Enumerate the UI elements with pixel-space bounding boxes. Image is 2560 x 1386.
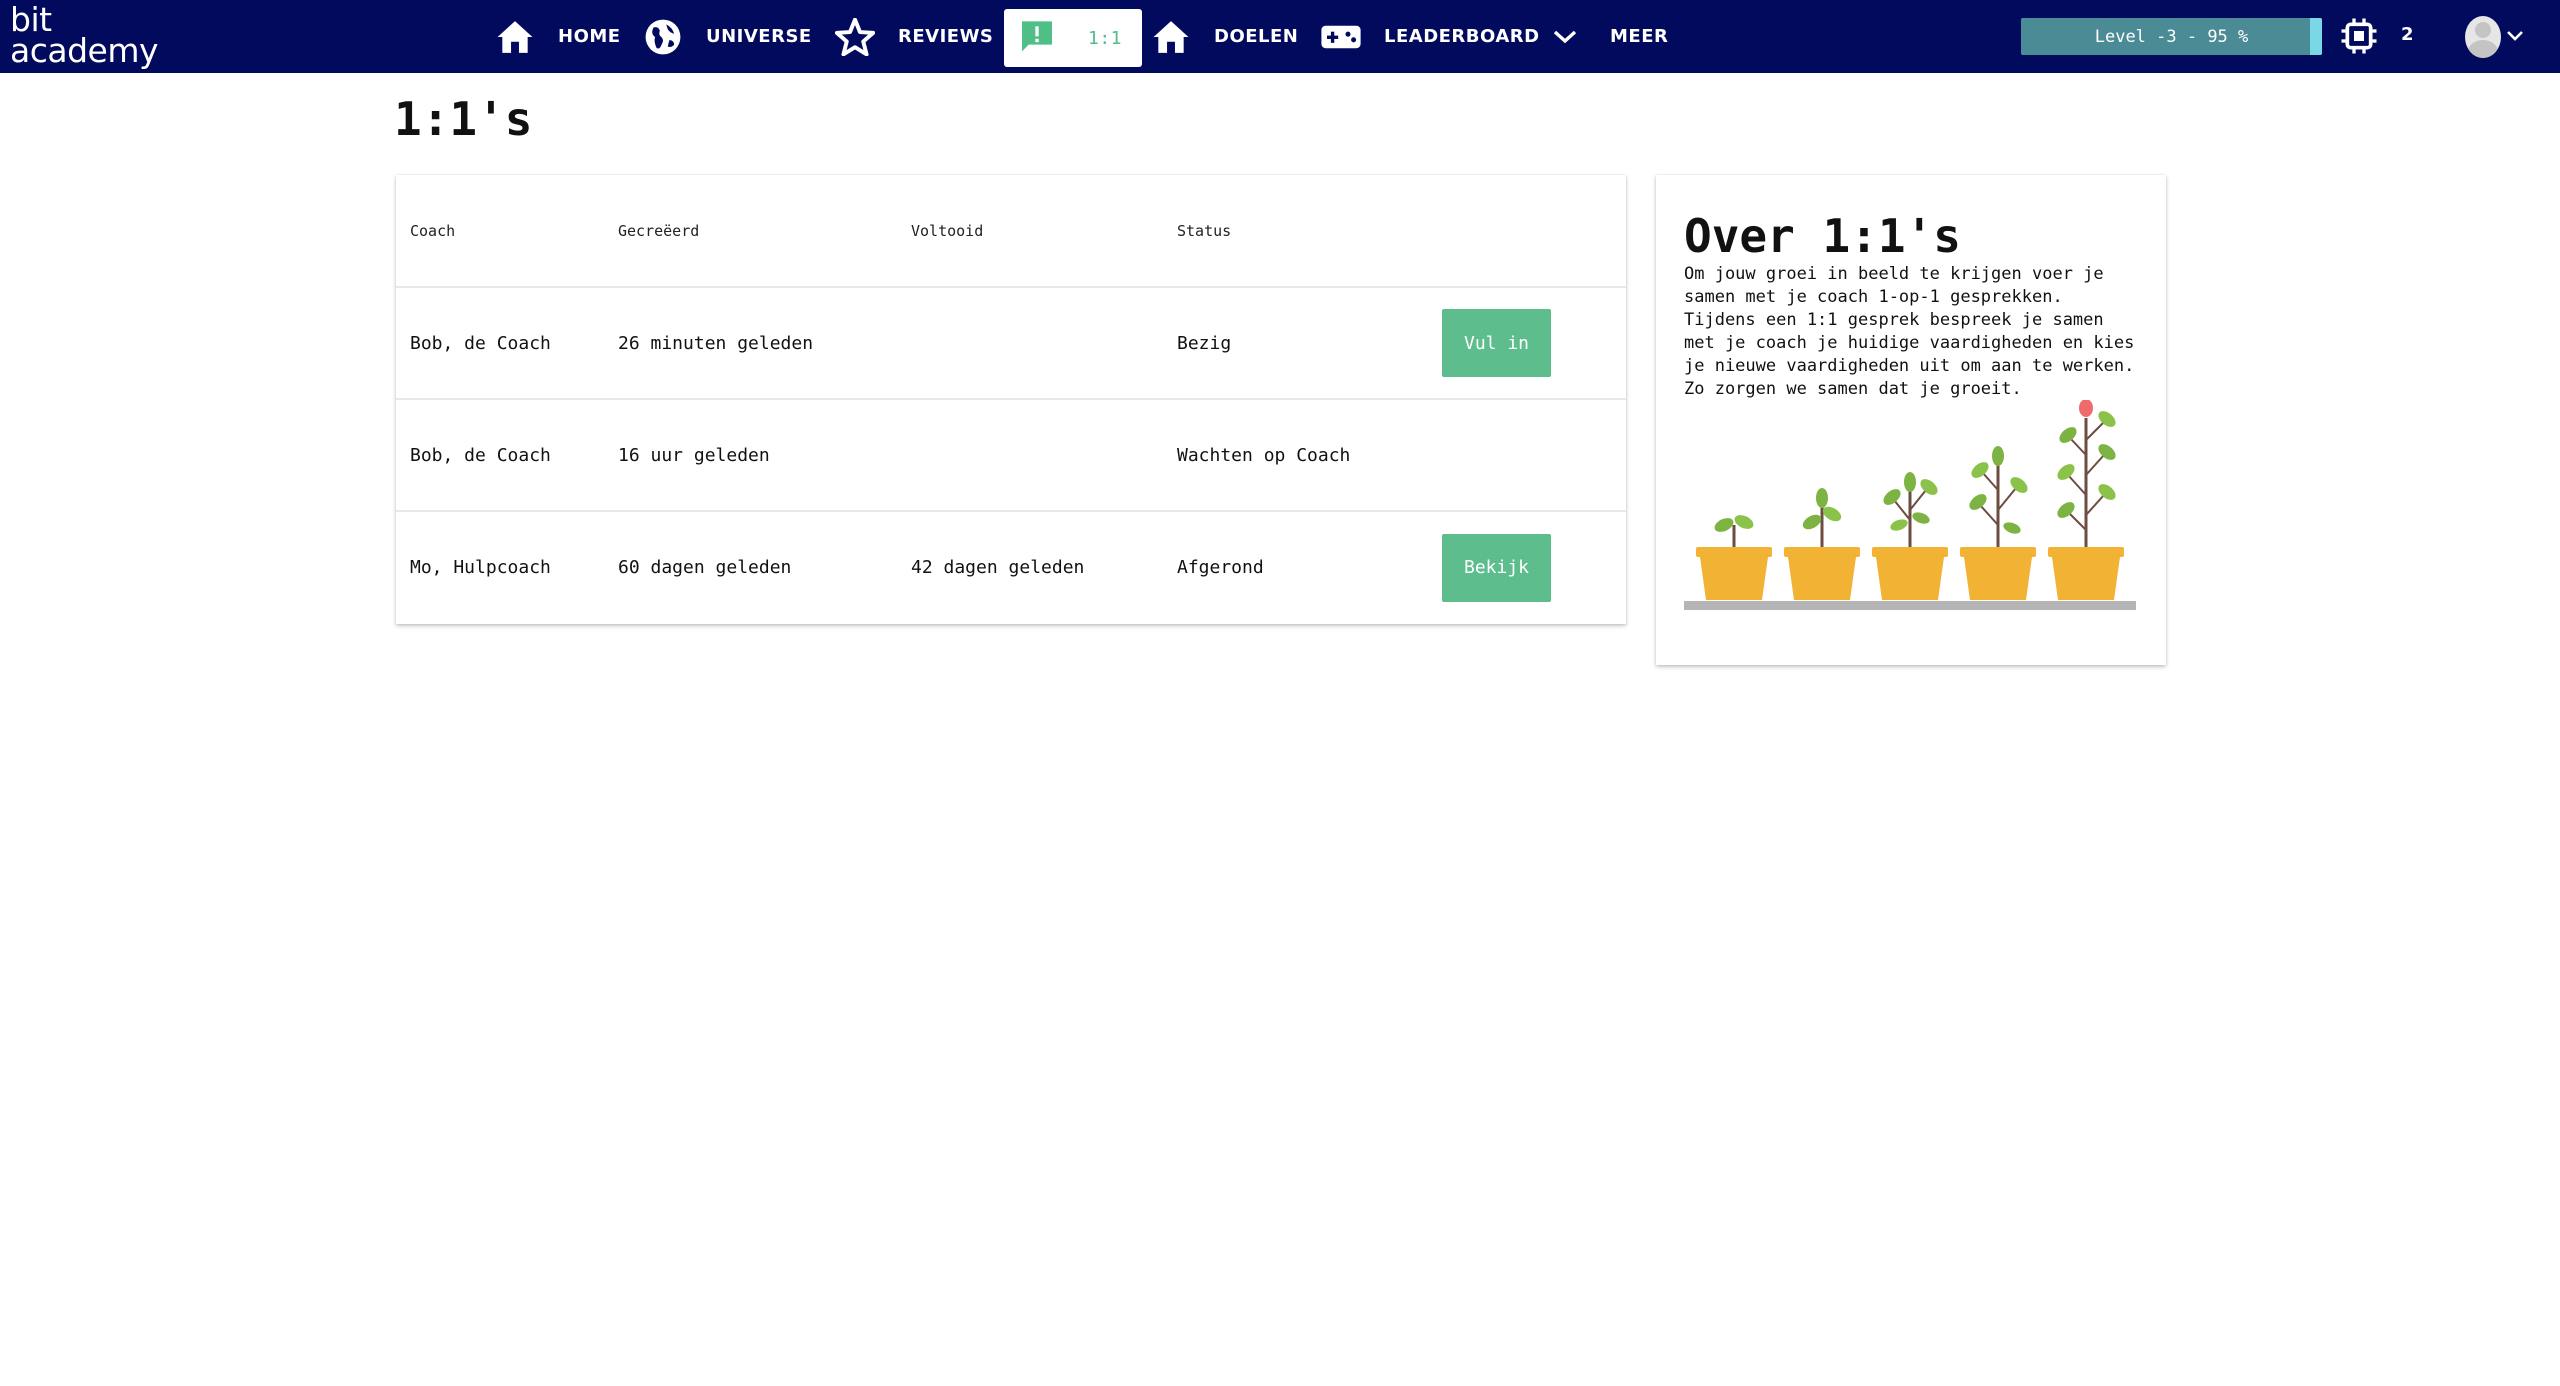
info-text: Om jouw groei in beeld te krijgen voer j…: [1684, 264, 2135, 399]
view-button[interactable]: Bekijk: [1442, 533, 1551, 602]
plant-pot-2: [1784, 488, 1860, 600]
fill-in-button[interactable]: Vul in: [1442, 309, 1551, 377]
avatar-chevron-down-icon[interactable]: [2506, 28, 2524, 47]
column-header-coach: Coach: [410, 221, 456, 240]
plant-pot-3: [1872, 472, 1948, 600]
home-icon: [1150, 16, 1192, 58]
info-title: Over 1:1's: [1684, 209, 1961, 263]
table-header-row: Coach Gecreëerd Voltooid Status: [396, 175, 1626, 287]
nav-item-home[interactable]: HOME: [494, 0, 621, 73]
cell-completed: [911, 286, 1177, 399]
top-navbar: bit academy HOME UNIVERSE REVIEWS 1:1 DO…: [0, 0, 2560, 73]
chip-icon[interactable]: [2339, 16, 2379, 56]
cell-coach: Bob, de Coach: [396, 398, 618, 511]
chevron-down-icon: [1544, 16, 1586, 58]
chat-alert-icon: [1016, 17, 1058, 59]
avatar-body: [2468, 40, 2498, 58]
cell-status: Bezig: [1177, 286, 1442, 399]
nav-item-doelen[interactable]: DOELEN: [1150, 0, 1298, 73]
nav-item-label: LEADERBOARD: [1384, 26, 1540, 47]
cell-coach: Bob, de Coach: [396, 286, 618, 399]
nav-item-label: UNIVERSE: [706, 26, 812, 47]
cell-status: Afgerond: [1177, 510, 1442, 623]
nav-item-label: REVIEWS: [898, 26, 994, 47]
globe-icon: [642, 16, 684, 58]
table-row: Bob, de Coach 26 minuten geleden Bezig V…: [396, 286, 1626, 399]
cell-created: 26 minuten geleden: [618, 286, 911, 399]
cell-action: Vul in: [1442, 286, 1626, 399]
avatar-head: [2475, 22, 2491, 38]
nav-item-label: HOME: [558, 26, 621, 47]
growing-plants-illustration: [1684, 400, 2136, 610]
gamepad-icon: [1320, 16, 1362, 58]
column-header-action: [1442, 175, 1626, 287]
cell-completed: 42 dagen geleden: [911, 510, 1177, 623]
home-icon: [494, 16, 536, 58]
chip-count: 2: [2401, 24, 2414, 45]
one-on-one-table: Coach Gecreëerd Voltooid Status Bob, de …: [396, 175, 1626, 623]
column-header-completed: Voltooid: [911, 221, 984, 240]
plant-pot-5: [2048, 400, 2124, 600]
cell-status: Wachten op Coach: [1177, 398, 1442, 511]
about-one-on-one-card: Over 1:1's Om jouw groei in beeld te kri…: [1656, 175, 2166, 665]
bit-academy-logo[interactable]: bit academy: [10, 3, 159, 70]
logo-line-2: academy: [10, 31, 159, 70]
one-on-one-table-card: Coach Gecreëerd Voltooid Status Bob, de …: [396, 175, 1626, 624]
star-outline-icon: [834, 16, 876, 58]
cell-created: 16 uur geleden: [618, 398, 911, 511]
column-header-status: Status: [1177, 221, 1232, 240]
nav-item-meer[interactable]: MEER: [1544, 0, 1668, 73]
level-text: Level -3 - 95 %: [2094, 26, 2249, 47]
table-row: Mo, Hulpcoach 60 dagen geleden 42 dagen …: [396, 510, 1626, 623]
nav-item-label: 1:1: [1088, 27, 1123, 49]
nav-item-label: MEER: [1610, 26, 1669, 47]
table-row: Bob, de Coach 16 uur geleden Wachten op …: [396, 398, 1626, 511]
nav-item-universe[interactable]: UNIVERSE: [642, 0, 812, 73]
avatar[interactable]: [2465, 16, 2501, 58]
cell-action: [1442, 398, 1626, 511]
level-progress-bar: Level -3 - 95 %: [2021, 18, 2322, 55]
column-header-created: Gecreëerd: [618, 221, 700, 240]
page-title: 1:1's: [394, 92, 533, 146]
cell-coach: Mo, Hulpcoach: [396, 510, 618, 623]
cell-completed: [911, 398, 1177, 511]
cell-created: 60 dagen geleden: [618, 510, 911, 623]
nav-item-one-on-one[interactable]: 1:1: [1004, 9, 1142, 67]
plant-pot-4: [1960, 446, 2036, 600]
nav-item-leaderboard[interactable]: LEADERBOARD: [1320, 0, 1540, 73]
plant-pot-1: [1696, 515, 1772, 600]
nav-item-reviews[interactable]: REVIEWS: [834, 0, 993, 73]
nav-item-label: DOELEN: [1214, 26, 1299, 47]
cell-action: Bekijk: [1442, 510, 1626, 623]
